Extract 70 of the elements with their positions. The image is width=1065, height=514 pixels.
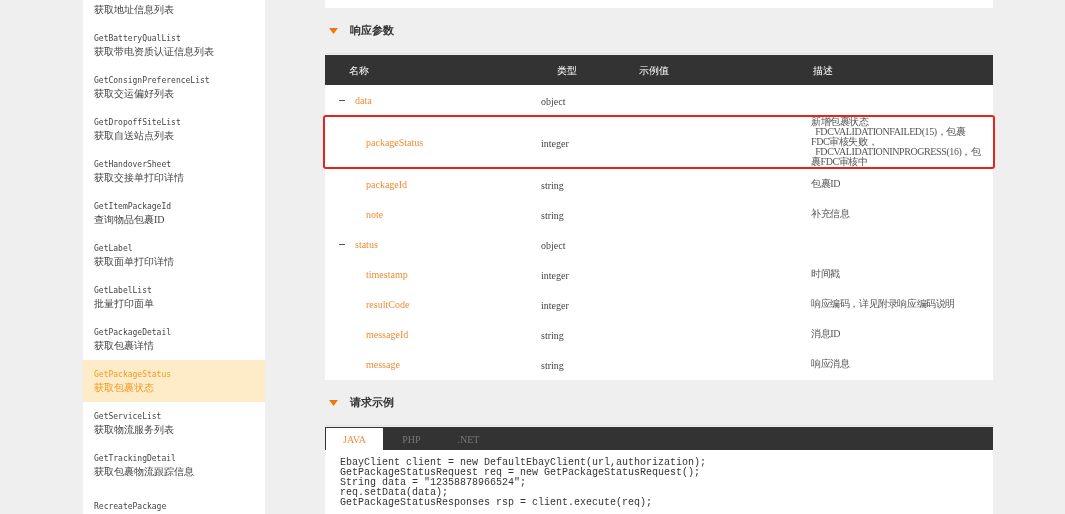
param-name: packageId: [366, 177, 408, 192]
section-title: 响应参数: [350, 23, 394, 39]
param-description: 消息ID: [811, 329, 841, 339]
param-name: messageId: [366, 327, 409, 342]
param-description: 新增包裹状态 FDCVALIDATIONFAILED(15)，包裹FDC审核失败， FDCVALIDATIONINPROGRESS(16)，包裹FDC审核中: [811, 117, 981, 167]
api-description: 获取包裹物流跟踪信息: [94, 464, 195, 478]
api-name: GetConsignPreferenceList: [94, 74, 211, 87]
sidebar-item[interactable]: GetServiceList 获取物流服务列表: [83, 402, 265, 444]
param-type: string: [541, 180, 564, 191]
param-name: timestamp: [366, 267, 408, 282]
column-header: 名称: [348, 63, 370, 78]
api-name: GetItemPackageId: [94, 200, 173, 213]
param-description: 补充信息: [811, 209, 851, 219]
column-header: 示例值: [639, 63, 670, 78]
param-name: message: [366, 357, 400, 372]
param-type: string: [541, 360, 564, 371]
param-type: string: [541, 330, 564, 341]
api-description: 获取地址信息列表: [94, 2, 175, 16]
sidebar-item[interactable]: GetBatteryQualList 获取带电资质认证信息列表: [83, 24, 265, 66]
api-name: GetBatteryQualList: [94, 32, 182, 45]
column-header: 描述: [813, 63, 834, 78]
api-description: 获取包裹详情: [94, 338, 155, 352]
sidebar-item[interactable]: GetHandoverSheet 获取交接单打印详情: [83, 150, 265, 192]
param-type: integer: [541, 300, 569, 311]
param-description: 包裹ID: [811, 179, 841, 189]
api-name: GetHandoverSheet: [94, 158, 173, 171]
sidebar-item[interactable]: 获取地址信息列表: [83, 0, 265, 24]
sidebar-item[interactable]: GetLabelList 批量打印面单: [83, 276, 265, 318]
param-name: note: [366, 207, 384, 222]
api-description: 批量打印面单: [94, 296, 155, 310]
param-type: integer: [541, 138, 569, 149]
param-type: object: [541, 96, 566, 107]
section-title: 请求示例: [350, 395, 394, 411]
caret-icon: [329, 27, 338, 34]
param-description: 响应编码，详见附录响应编码说明: [811, 299, 956, 309]
code-sample: EbayClient client = new DefaultEbayClient(url,authorization); GetPackageStatusRequest req = new GetPackageStatusRequest(); String data = "12358878966524"; req.setData(data); GetPackageStatusResponses rsp = client.execute(req);: [340, 458, 708, 508]
column-header: 类型: [557, 63, 578, 78]
api-description: 获取带电资质认证信息列表: [94, 44, 215, 58]
sidebar-item[interactable]: GetTrackingDetail 获取包裹物流跟踪信息: [83, 444, 265, 486]
api-name: GetLabelList: [94, 284, 153, 297]
api-name: GetLabel: [94, 242, 134, 255]
api-name: GetPackageStatus: [94, 368, 173, 381]
sidebar-item[interactable]: GetPackageDetail 获取包裹详情: [83, 318, 265, 360]
api-description: 获取交运偏好列表: [94, 86, 175, 100]
api-description: 获取交接单打印详情: [94, 170, 185, 184]
api-name: GetTrackingDetail: [94, 452, 177, 465]
api-name: GetServiceList: [94, 410, 163, 423]
api-description: 获取自送站点列表: [94, 128, 175, 142]
sidebar-item[interactable]: GetItemPackageId 查询物品包裹ID: [83, 192, 265, 234]
param-type: object: [541, 240, 566, 251]
caret-icon: [329, 399, 338, 406]
param-type: integer: [541, 270, 569, 281]
api-description: 获取包裹状态: [94, 380, 155, 394]
api-name: GetDropoffSiteList: [94, 116, 182, 129]
sidebar-item[interactable]: GetDropoffSiteList 获取自送站点列表: [83, 108, 265, 150]
api-description: 查询物品包裹ID: [94, 212, 166, 226]
api-description: 获取面单打印详情: [94, 254, 175, 268]
api-name: RecreatePackage: [94, 501, 168, 513]
sidebar-item[interactable]: RecreatePackage: [83, 486, 265, 514]
api-name: GetPackageDetail: [94, 326, 173, 339]
param-name: resultCode: [366, 297, 410, 312]
param-description: 时间戳: [811, 269, 841, 279]
param-description: 响应消息: [811, 359, 851, 369]
param-name: data: [355, 93, 372, 108]
sidebar-item[interactable]: GetConsignPreferenceList 获取交运偏好列表: [83, 66, 265, 108]
param-type: string: [541, 210, 564, 221]
param-name: status: [355, 237, 378, 252]
sidebar-item[interactable]: GetLabel 获取面单打印详情: [83, 234, 265, 276]
api-description: 获取物流服务列表: [94, 422, 175, 436]
param-name: packageStatus: [366, 135, 424, 150]
